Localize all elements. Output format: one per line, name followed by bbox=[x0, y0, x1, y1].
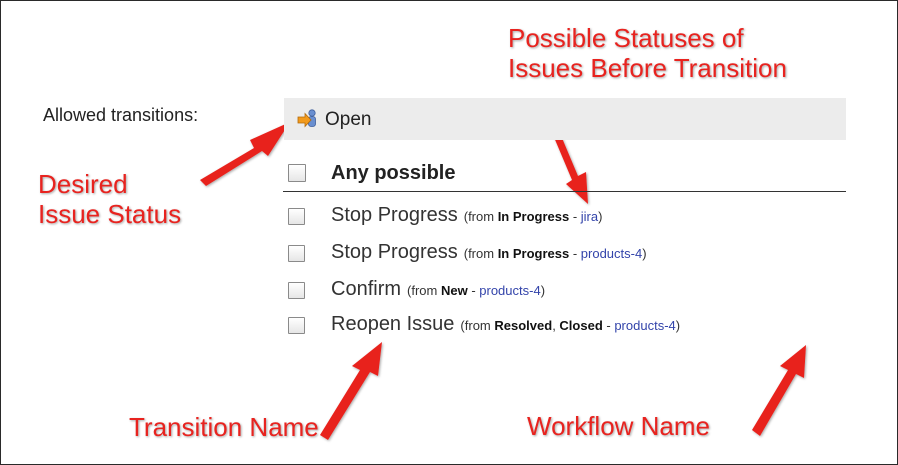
any-possible-label: Any possible bbox=[331, 162, 456, 184]
from-status: Resolved bbox=[494, 318, 553, 333]
separator: - bbox=[569, 209, 581, 224]
annotation-line: Desired bbox=[38, 169, 128, 199]
from-suffix: ) bbox=[540, 283, 546, 298]
arrow-to-transition-name bbox=[320, 342, 382, 440]
arrow-to-status bbox=[200, 122, 290, 186]
from-prefix: (from bbox=[463, 209, 498, 224]
target-status-label: Open bbox=[325, 109, 372, 130]
from-prefix: (from bbox=[407, 283, 441, 298]
status-arrow-person-icon bbox=[297, 109, 316, 128]
annotation-line: Possible Statuses of bbox=[508, 23, 744, 53]
from-prefix: (from bbox=[463, 246, 498, 261]
workflow-link[interactable]: products-4 bbox=[614, 318, 675, 333]
annotation-workflow-name: Workflow Name bbox=[527, 411, 711, 441]
any-possible-checkbox[interactable] bbox=[288, 164, 306, 182]
from-prefix: (from bbox=[460, 318, 495, 333]
annotation-possible-statuses: Possible Statuses of Issues Before Trans… bbox=[508, 23, 787, 84]
transition-name: Reopen Issue bbox=[331, 313, 455, 335]
workflow-link[interactable]: products-4 bbox=[479, 283, 540, 298]
transition-checkbox[interactable] bbox=[288, 317, 305, 334]
annotation-desired-status: Desired Issue Status bbox=[38, 169, 182, 230]
allowed-transitions-label: Allowed transitions: bbox=[43, 105, 199, 125]
target-status-bar: Open bbox=[284, 98, 846, 140]
separator: - bbox=[467, 283, 480, 298]
annotation-transition-name: Transition Name bbox=[129, 412, 319, 442]
workflow-link[interactable]: products-4 bbox=[581, 246, 642, 261]
from-status: In Progress bbox=[497, 209, 570, 224]
transition-name: Stop Progress bbox=[331, 241, 458, 263]
transition-name: Stop Progress bbox=[331, 204, 458, 226]
workflow-link[interactable]: jira bbox=[581, 209, 598, 224]
from-status: In Progress bbox=[497, 246, 570, 261]
transition-checkbox[interactable] bbox=[288, 282, 305, 299]
transition-name: Confirm bbox=[331, 278, 402, 300]
from-suffix: ) bbox=[642, 246, 647, 261]
divider bbox=[283, 191, 846, 192]
from-status: New bbox=[440, 283, 468, 298]
from-suffix: ) bbox=[598, 209, 603, 224]
from-suffix: ) bbox=[675, 318, 681, 333]
transition-checkbox[interactable] bbox=[288, 208, 305, 225]
separator: - bbox=[569, 246, 581, 261]
separator: - bbox=[602, 318, 615, 333]
from-status: Closed bbox=[559, 318, 603, 333]
arrow-to-workflow-name bbox=[752, 345, 806, 436]
transition-checkbox[interactable] bbox=[288, 245, 305, 262]
annotation-line: Issue Status bbox=[38, 198, 182, 229]
annotation-line: Issues Before Transition bbox=[508, 52, 787, 83]
